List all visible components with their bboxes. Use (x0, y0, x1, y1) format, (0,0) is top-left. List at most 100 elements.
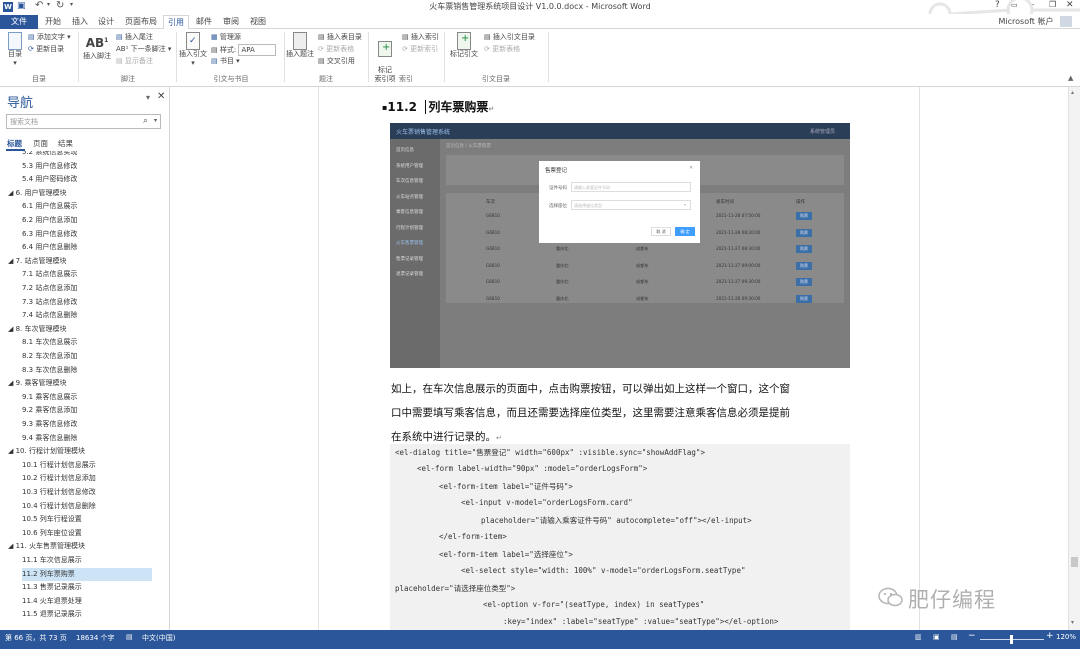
nav-heading-item[interactable]: 11.4 火车退票处理 (22, 595, 82, 608)
manage-sources-button[interactable]: ▦ 管理源 (211, 32, 241, 42)
nav-heading-item[interactable]: 11.1 车次信息展示 (22, 554, 82, 567)
cross-reference-button[interactable]: ▤ 交叉引用 (318, 56, 355, 66)
nav-heading-item[interactable]: 8.1 车次信息展示 (22, 336, 77, 349)
tab-insert[interactable]: 插入 (68, 15, 92, 29)
nav-heading-item[interactable]: 10.5 列车行程设置 (22, 513, 82, 526)
nav-tab-pages[interactable]: 页面 (33, 138, 48, 149)
tab-design[interactable]: 设计 (94, 15, 118, 29)
insert-index-button[interactable]: ▤ 插入索引 (402, 32, 439, 42)
nav-heading-item[interactable]: 10.1 行程计划信息展示 (22, 459, 96, 472)
next-footnote-button[interactable]: AB¹ 下一条脚注 ▾ (116, 44, 171, 54)
mark-citation-button[interactable]: + 标记引文 (446, 32, 482, 59)
insert-citation-button[interactable]: ✓ 插入引文 ▾ (178, 32, 208, 68)
tab-home[interactable]: 开始 (40, 15, 66, 29)
tab-view[interactable]: 视图 (246, 15, 270, 29)
tab-mailings[interactable]: 邮件 (192, 15, 216, 29)
insert-endnote-button[interactable]: ▤ 插入尾注 (116, 32, 153, 42)
app-buy-button[interactable]: 购票 (796, 261, 812, 270)
nav-heading-item[interactable]: 7.4 站点信息删除 (22, 309, 77, 322)
app-buy-button[interactable]: 购票 (796, 228, 812, 237)
insert-caption-button[interactable]: 插入题注 (286, 32, 314, 59)
dialog-seat-select[interactable]: 请选择座位类型 ▾ (571, 200, 691, 210)
dialog-card-input[interactable]: 请输入乘客证件号码 (571, 182, 691, 192)
update-index-button[interactable]: ⟳ 更新索引 (402, 44, 438, 54)
read-mode-icon[interactable]: ▥ (915, 633, 922, 641)
scroll-down-icon[interactable]: ▾ (1071, 619, 1074, 626)
dialog-close-icon[interactable]: ✕ (689, 165, 693, 171)
tab-references[interactable]: 引用 (163, 15, 189, 29)
nav-options-icon[interactable]: ▾ (146, 93, 150, 102)
nav-heading-item[interactable]: 5.2 系统信息实现 (22, 151, 77, 159)
nav-heading-item[interactable]: ◢ 7. 站点管理模块 (8, 255, 67, 268)
word-count[interactable]: 18634 个字 (76, 633, 115, 643)
vertical-scrollbar[interactable]: ▴ ▾ (1068, 87, 1080, 630)
app-buy-button[interactable]: 购票 (796, 212, 812, 220)
nav-heading-item[interactable]: 7.1 站点信息展示 (22, 268, 77, 281)
nav-heading-item[interactable]: 9.1 乘客信息展示 (22, 391, 77, 404)
nav-heading-item[interactable]: 10.6 列车座位设置 (22, 527, 82, 540)
collapse-ribbon-icon[interactable]: ▲ (1068, 74, 1073, 82)
update-toa-button[interactable]: ⟳ 更新表格 (484, 44, 520, 54)
embedded-screenshot[interactable]: 火车票销售管理系统 系统管理员 首页信息 系统用户管理 车次信息管理 火车站点管理 乘客… (390, 123, 850, 368)
style-select[interactable]: ▤ 样式: APA (211, 44, 277, 56)
tab-layout[interactable]: 页面布局 (121, 15, 161, 29)
nav-heading-item[interactable]: 7.2 站点信息添加 (22, 282, 77, 295)
app-buy-button[interactable]: 购票 (796, 278, 812, 286)
nav-heading-item[interactable]: 11.5 退票记录展示 (22, 608, 82, 621)
nav-heading-item[interactable]: ◢ 11. 火车售票管理模块 (8, 540, 85, 553)
insert-toa-button[interactable]: ▤ 插入引文目录 (484, 32, 535, 42)
proofing-icon[interactable]: ▤ (126, 633, 133, 641)
nav-heading-item[interactable]: 10.2 行程计划信息添加 (22, 472, 96, 485)
search-icon[interactable]: ⌕ (143, 116, 148, 126)
nav-tab-headings[interactable]: 标题 (7, 138, 22, 149)
zoom-in-button[interactable]: + (1046, 631, 1054, 641)
print-layout-icon[interactable]: ▣ (933, 633, 940, 641)
app-buy-button[interactable]: 购票 (796, 294, 812, 303)
app-buy-button[interactable]: 购票 (796, 245, 812, 253)
zoom-out-button[interactable]: − (968, 631, 976, 641)
scroll-up-icon[interactable]: ▴ (1071, 89, 1074, 96)
dialog-cancel-button[interactable]: 取 消 (651, 227, 671, 236)
tab-file[interactable]: 文件 (0, 15, 38, 29)
web-layout-icon[interactable]: ▤ (951, 633, 958, 641)
code-block[interactable]: <el-dialog title="售票登记" width="600px" :v… (390, 444, 850, 630)
add-text-button[interactable]: ▤ 添加文字 ▾ (28, 32, 71, 42)
body-paragraph[interactable]: 如上，在车次信息展示的页面中，点击购票按钮，可以弹出如上这样一个窗口，这个窗 口… (391, 377, 790, 450)
tab-review[interactable]: 审阅 (219, 15, 243, 29)
nav-heading-item[interactable]: 5.4 用户密码修改 (22, 173, 77, 186)
nav-heading-item[interactable]: 8.2 车次信息添加 (22, 350, 77, 363)
nav-heading-item[interactable]: 5.3 用户信息修改 (22, 160, 77, 173)
nav-heading-item[interactable]: 11.3 售票记录展示 (22, 581, 82, 594)
scroll-thumb[interactable] (1071, 557, 1078, 567)
zoom-level[interactable]: 120% (1056, 633, 1076, 641)
avatar[interactable] (1060, 16, 1072, 27)
style-value[interactable]: APA (238, 44, 277, 56)
nav-heading-item[interactable]: 6.3 用户信息修改 (22, 228, 77, 241)
nav-heading-item[interactable]: ◢ 8. 车次管理模块 (8, 323, 67, 336)
nav-heading-item[interactable]: 10.3 行程计划信息修改 (22, 486, 96, 499)
search-dropdown-icon[interactable]: ▾ (154, 117, 157, 124)
account-button[interactable]: Microsoft 帐户 (995, 15, 1057, 29)
update-toc-button[interactable]: ⟳ 更新目录 (28, 44, 64, 54)
nav-tab-results[interactable]: 结果 (58, 138, 73, 149)
nav-heading-item[interactable]: 9.3 乘客信息修改 (22, 418, 77, 431)
nav-close-icon[interactable]: ✕ (157, 91, 165, 102)
nav-heading-item[interactable]: 7.3 站点信息修改 (22, 296, 77, 309)
nav-heading-item[interactable]: ◢ 10. 行程计划管理模块 (8, 445, 85, 458)
dialog-confirm-button[interactable]: 确 定 (675, 227, 695, 236)
nav-heading-item[interactable]: 6.1 用户信息展示 (22, 200, 77, 213)
show-notes-button[interactable]: ▤ 显示备注 (116, 56, 153, 66)
bibliography-button[interactable]: ▤ 书目 ▾ (211, 56, 240, 66)
language-indicator[interactable]: 中文(中国) (142, 633, 175, 643)
nav-heading-item[interactable]: 8.3 车次信息删除 (22, 364, 77, 377)
nav-heading-item[interactable]: ◢ 9. 乘客管理模块 (8, 377, 67, 390)
nav-heading-item[interactable]: ◢ 6. 用户管理模块 (8, 187, 67, 200)
nav-heading-item[interactable]: 6.4 用户信息删除 (22, 241, 77, 254)
nav-heading-item[interactable]: 9.4 乘客信息删除 (22, 432, 77, 445)
page-count[interactable]: 第 66 页，共 73 页 (5, 633, 67, 643)
nav-heading-item[interactable]: 11.2 列车票购票 (22, 567, 152, 581)
update-table-button[interactable]: ⟳ 更新表格 (318, 44, 354, 54)
insert-footnote-button[interactable]: AB1 插入脚注 (81, 32, 113, 61)
nav-heading-item[interactable]: 10.4 行程计划信息删除 (22, 500, 96, 513)
zoom-slider-thumb[interactable] (1010, 635, 1013, 644)
